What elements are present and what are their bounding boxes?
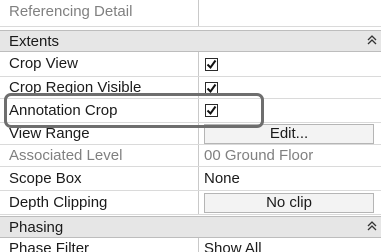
crop-view-label: Crop View bbox=[9, 55, 78, 72]
checkmark-icon bbox=[206, 59, 217, 70]
crop-region-visible-checkbox[interactable] bbox=[205, 82, 218, 95]
checkmark-icon bbox=[206, 83, 217, 94]
annotation-crop-checkbox[interactable] bbox=[205, 104, 218, 117]
crop-view-checkbox[interactable] bbox=[205, 58, 218, 71]
checkmark-icon bbox=[206, 105, 217, 116]
row-crop-view: Crop View bbox=[0, 52, 381, 77]
value-column-divider bbox=[198, 123, 199, 144]
properties-panel: Referencing Detail Extents Crop View Cro… bbox=[0, 0, 381, 252]
depth-clipping-button[interactable]: No clip bbox=[204, 193, 374, 213]
value-column-divider bbox=[198, 167, 199, 190]
row-phase-filter: Phase Filter Show All bbox=[0, 238, 381, 252]
row-annotation-crop: Annotation Crop bbox=[0, 99, 381, 123]
depth-clipping-label: Depth Clipping bbox=[9, 194, 108, 211]
value-column-divider bbox=[198, 145, 199, 166]
crop-region-visible-label: Crop Region Visible bbox=[9, 79, 142, 96]
value-column-divider bbox=[198, 191, 199, 214]
value-column-divider bbox=[198, 238, 199, 252]
extents-header-label: Extents bbox=[9, 33, 60, 50]
chevron-up-icon[interactable] bbox=[367, 34, 377, 49]
value-column-divider bbox=[198, 77, 199, 98]
view-range-edit-button[interactable]: Edit... bbox=[204, 124, 374, 144]
row-referencing-detail: Referencing Detail bbox=[0, 0, 381, 27]
value-column-divider bbox=[198, 0, 199, 26]
referencing-detail-label: Referencing Detail bbox=[9, 3, 133, 20]
phase-filter-value[interactable]: Show All bbox=[204, 240, 262, 252]
value-column-divider bbox=[198, 99, 199, 122]
group-header-extents[interactable]: Extents bbox=[0, 30, 381, 52]
phasing-header-label: Phasing bbox=[9, 219, 64, 236]
value-column-divider bbox=[198, 52, 199, 76]
row-crop-region-visible: Crop Region Visible bbox=[0, 77, 381, 99]
phase-filter-label: Phase Filter bbox=[9, 240, 90, 252]
scope-box-value[interactable]: None bbox=[204, 170, 240, 187]
associated-level-value: 00 Ground Floor bbox=[204, 147, 314, 164]
group-header-phasing[interactable]: Phasing bbox=[0, 216, 381, 238]
row-depth-clipping: Depth Clipping No clip bbox=[0, 191, 381, 215]
associated-level-label: Associated Level bbox=[9, 147, 123, 164]
chevron-up-icon[interactable] bbox=[367, 220, 377, 235]
annotation-crop-label: Annotation Crop bbox=[9, 102, 118, 119]
row-associated-level: Associated Level 00 Ground Floor bbox=[0, 145, 381, 167]
view-range-label: View Range bbox=[9, 125, 90, 142]
scope-box-label: Scope Box bbox=[9, 170, 82, 187]
row-scope-box: Scope Box None bbox=[0, 167, 381, 191]
row-view-range: View Range Edit... bbox=[0, 123, 381, 145]
